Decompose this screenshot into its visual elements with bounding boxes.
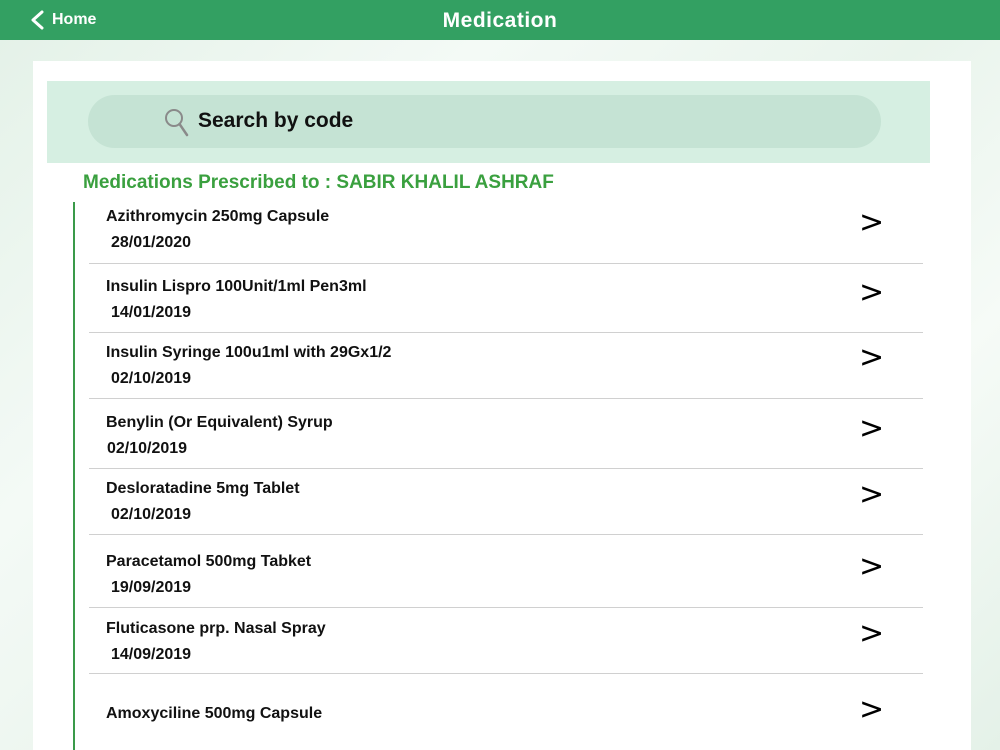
chevron-right-icon: >: [859, 477, 885, 512]
chevron-right-icon: >: [859, 275, 885, 310]
medication-row[interactable]: Insulin Lispro 100Unit/1ml Pen3ml 14/01/…: [89, 264, 923, 333]
medication-name: Paracetamol 500mg Tabket: [106, 553, 312, 570]
content-card: Search by code Medications Prescribed to…: [33, 61, 971, 750]
medication-date: 28/01/2020: [111, 234, 192, 251]
medication-name: Desloratadine 5mg Tablet: [106, 480, 300, 497]
chevron-right-icon: >: [859, 549, 885, 584]
medication-name: Azithromycin 250mg Capsule: [106, 208, 330, 225]
medication-name: Fluticasone prp. Nasal Spray: [106, 620, 326, 637]
medication-date: 19/09/2019: [111, 579, 192, 596]
medication-name: Insulin Lispro 100Unit/1ml Pen3ml: [106, 278, 367, 295]
medication-date: 02/10/2019: [111, 370, 192, 387]
chevron-right-icon: >: [859, 205, 885, 240]
medication-row[interactable]: Paracetamol 500mg Tabket 19/09/2019 >: [89, 535, 923, 608]
prescribed-heading: Medications Prescribed to : SABIR KHALIL…: [83, 172, 554, 193]
medication-row[interactable]: Amoxyciline 500mg Capsule >: [89, 674, 923, 750]
medication-row[interactable]: Desloratadine 5mg Tablet 02/10/2019 >: [89, 469, 923, 535]
chevron-right-icon: >: [859, 411, 885, 446]
search-placeholder: Search by code: [198, 109, 354, 132]
back-home-button[interactable]: Home: [30, 6, 96, 34]
medication-name: Insulin Syringe 100u1ml with 29Gx1/2: [106, 344, 392, 361]
medication-row[interactable]: Azithromycin 250mg Capsule 28/01/2020 >: [89, 202, 923, 264]
medication-date: 14/01/2019: [111, 304, 192, 321]
medication-list: Azithromycin 250mg Capsule 28/01/2020 > …: [73, 202, 923, 750]
medication-row[interactable]: Insulin Syringe 100u1ml with 29Gx1/2 02/…: [89, 333, 923, 399]
medication-row[interactable]: Benylin (Or Equivalent) Syrup 02/10/2019…: [89, 399, 923, 469]
chevron-right-icon: >: [859, 692, 885, 727]
page-title: Medication: [442, 9, 558, 32]
chevron-right-icon: >: [859, 616, 885, 651]
medication-date: 14/09/2019: [111, 646, 192, 663]
chevron-left-icon: [31, 10, 44, 30]
chevron-right-icon: >: [859, 340, 885, 375]
medication-name: Benylin (Or Equivalent) Syrup: [106, 414, 333, 431]
search-bar-area: Search by code: [47, 81, 930, 163]
medication-row[interactable]: Fluticasone prp. Nasal Spray 14/09/2019 …: [89, 608, 923, 674]
search-input[interactable]: Search by code: [88, 95, 881, 148]
search-icon: [165, 109, 189, 137]
medication-date: 02/10/2019: [111, 506, 192, 523]
top-bar: Home Medication: [0, 0, 1000, 40]
back-label: Home: [52, 11, 97, 28]
medication-name: Amoxyciline 500mg Capsule: [106, 705, 323, 722]
medication-date: 02/10/2019: [107, 440, 188, 457]
